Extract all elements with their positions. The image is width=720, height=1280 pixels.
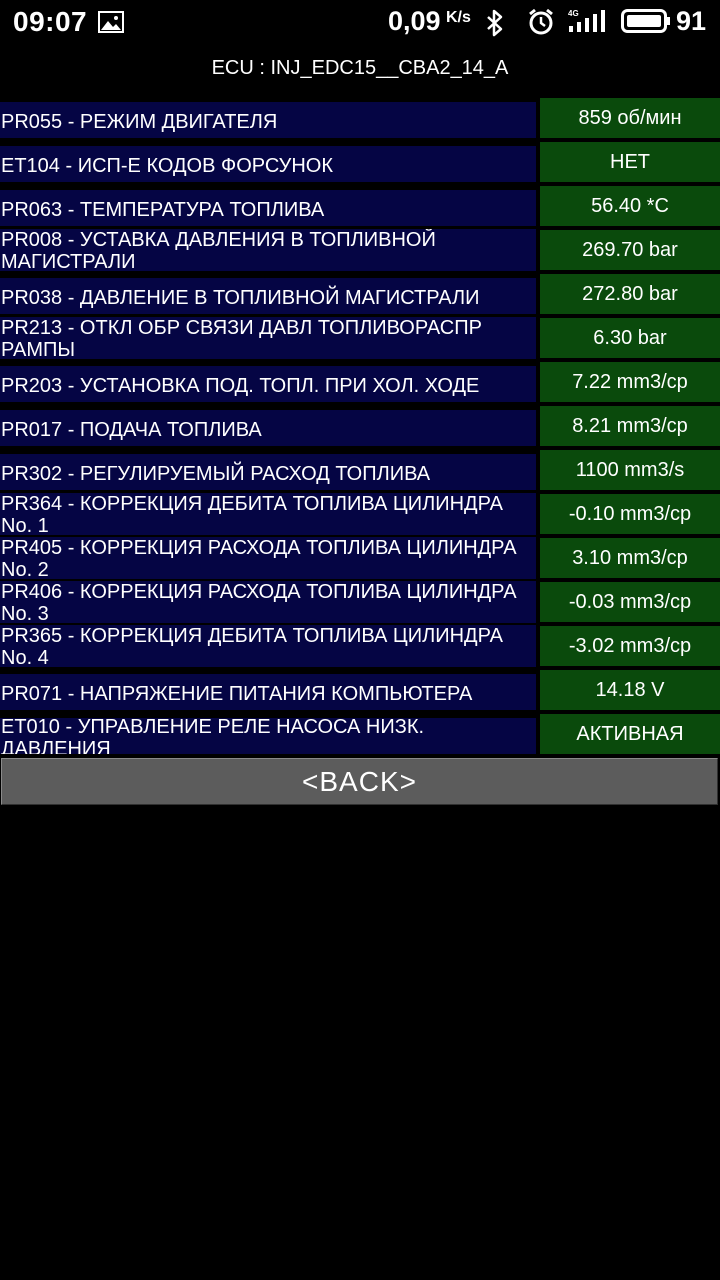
parameter-label: PR365 - КОРРЕКЦИЯ ДЕБИТА ТОПЛИВА ЦИЛИНДР… <box>0 625 536 667</box>
parameter-list: PR055 - РЕЖИМ ДВИГАТЕЛЯ 859 об/мин ET104… <box>0 97 720 757</box>
parameter-value: 7.22 mm3/cp <box>540 362 720 402</box>
parameter-row: PR071 - НАПРЯЖЕНИЕ ПИТАНИЯ КОМПЬЮТЕРА 14… <box>0 669 720 713</box>
parameter-value: 272.80 bar <box>540 274 720 314</box>
parameter-row: PR017 - ПОДАЧА ТОПЛИВА 8.21 mm3/cp <box>0 405 720 449</box>
parameter-row: PR406 - КОРРЕКЦИЯ РАСХОДА ТОПЛИВА ЦИЛИНД… <box>0 581 720 625</box>
status-bar: 09:07 0,09 K/s 4G 91 <box>0 0 720 46</box>
alarm-icon <box>529 8 553 35</box>
back-button[interactable]: <BACK> <box>1 758 718 805</box>
parameter-label: PR203 - УСТАНОВКА ПОД. ТОПЛ. ПРИ ХОЛ. ХО… <box>0 366 536 402</box>
parameter-row: PR008 - УСТАВКА ДАВЛЕНИЯ В ТОПЛИВНОЙ МАГ… <box>0 229 720 273</box>
parameter-value: 859 об/мин <box>540 98 720 138</box>
parameter-label: PR364 - КОРРЕКЦИЯ ДЕБИТА ТОПЛИВА ЦИЛИНДР… <box>0 493 536 535</box>
parameter-row: PR405 - КОРРЕКЦИЯ РАСХОДА ТОПЛИВА ЦИЛИНД… <box>0 537 720 581</box>
parameter-value: -3.02 mm3/cp <box>540 626 720 666</box>
parameter-value: 6.30 bar <box>540 318 720 358</box>
image-icon <box>98 11 124 33</box>
parameter-value: АКТИВНАЯ <box>540 714 720 754</box>
ecu-title: ECU : INJ_EDC15__CBA2_14_A <box>211 57 509 79</box>
parameter-value: 269.70 bar <box>540 230 720 270</box>
parameter-label: PR055 - РЕЖИМ ДВИГАТЕЛЯ <box>0 102 536 138</box>
parameter-row: PR038 - ДАВЛЕНИЕ В ТОПЛИВНОЙ МАГИСТРАЛИ … <box>0 273 720 317</box>
parameter-label: PR063 - ТЕМПЕРАТУРА ТОПЛИВА <box>0 190 536 226</box>
battery-icon <box>621 9 670 33</box>
parameter-row: PR203 - УСТАНОВКА ПОД. ТОПЛ. ПРИ ХОЛ. ХО… <box>0 361 720 405</box>
parameter-value: НЕТ <box>540 142 720 182</box>
bluetooth-icon <box>487 9 503 37</box>
parameter-value: 3.10 mm3/cp <box>540 538 720 578</box>
signal-4g-icon: 4G <box>568 9 605 32</box>
parameter-value: 14.18 V <box>540 670 720 710</box>
parameter-value: 8.21 mm3/cp <box>540 406 720 446</box>
parameter-row: PR364 - КОРРЕКЦИЯ ДЕБИТА ТОПЛИВА ЦИЛИНДР… <box>0 493 720 537</box>
network-speed: 0,09 <box>388 6 441 36</box>
battery-level: 91 <box>676 6 707 36</box>
parameter-row: PR055 - РЕЖИМ ДВИГАТЕЛЯ 859 об/мин <box>0 97 720 141</box>
parameter-value: -0.03 mm3/cp <box>540 582 720 622</box>
status-time: 09:07 <box>13 6 88 37</box>
parameter-label: PR008 - УСТАВКА ДАВЛЕНИЯ В ТОПЛИВНОЙ МАГ… <box>0 229 536 271</box>
parameter-label: PR038 - ДАВЛЕНИЕ В ТОПЛИВНОЙ МАГИСТРАЛИ <box>0 278 536 314</box>
parameter-label: PR017 - ПОДАЧА ТОПЛИВА <box>0 410 536 446</box>
parameter-label: PR302 - РЕГУЛИРУЕМЫЙ РАСХОД ТОПЛИВА <box>0 454 536 490</box>
svg-text:4G: 4G <box>568 9 579 18</box>
parameter-label: PR405 - КОРРЕКЦИЯ РАСХОДА ТОПЛИВА ЦИЛИНД… <box>0 537 536 579</box>
parameter-row: ET010 - УПРАВЛЕНИЕ РЕЛЕ НАСОСА НИЗК. ДАВ… <box>0 713 720 757</box>
parameter-label: ET104 - ИСП-Е КОДОВ ФОРСУНОК <box>0 146 536 182</box>
parameter-row: ET104 - ИСП-Е КОДОВ ФОРСУНОК НЕТ <box>0 141 720 185</box>
parameter-row: PR213 - ОТКЛ ОБР СВЯЗИ ДАВЛ ТОПЛИВОРАСПР… <box>0 317 720 361</box>
parameter-label: PR406 - КОРРЕКЦИЯ РАСХОДА ТОПЛИВА ЦИЛИНД… <box>0 581 536 623</box>
parameter-label: PR071 - НАПРЯЖЕНИЕ ПИТАНИЯ КОМПЬЮТЕРА <box>0 674 536 710</box>
parameter-row: PR063 - ТЕМПЕРАТУРА ТОПЛИВА 56.40 *C <box>0 185 720 229</box>
parameter-label: PR213 - ОТКЛ ОБР СВЯЗИ ДАВЛ ТОПЛИВОРАСПР… <box>0 317 536 359</box>
network-speed-unit: K/s <box>446 9 471 26</box>
parameter-row: PR302 - РЕГУЛИРУЕМЫЙ РАСХОД ТОПЛИВА 1100… <box>0 449 720 493</box>
parameter-value: 1100 mm3/s <box>540 450 720 490</box>
parameter-label: ET010 - УПРАВЛЕНИЕ РЕЛЕ НАСОСА НИЗК. ДАВ… <box>0 718 536 754</box>
parameter-row: PR365 - КОРРЕКЦИЯ ДЕБИТА ТОПЛИВА ЦИЛИНДР… <box>0 625 720 669</box>
parameter-value: 56.40 *C <box>540 186 720 226</box>
parameter-value: -0.10 mm3/cp <box>540 494 720 534</box>
